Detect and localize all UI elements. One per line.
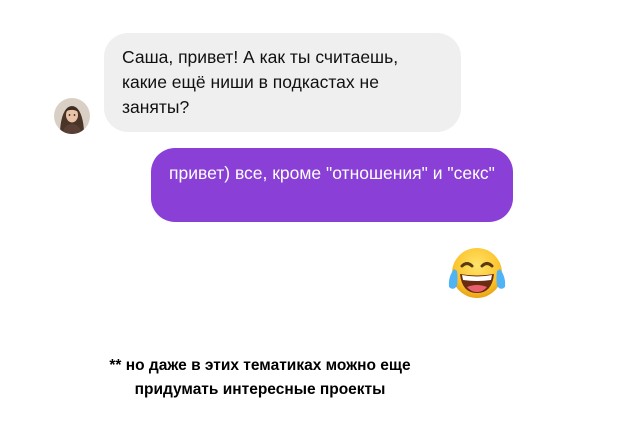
footnote-line-1: ** но даже в этих тематиках можно еще <box>109 357 411 374</box>
laughing-emoji-icon <box>445 247 509 299</box>
avatar-photo-icon <box>54 98 90 134</box>
sender-avatar[interactable] <box>54 98 90 134</box>
incoming-message-bubble: Саша, привет! А как ты считаешь, какие е… <box>104 33 461 132</box>
outgoing-message-bubble: привет) все, кроме "отношения" и "секс" <box>151 148 513 222</box>
outgoing-message-text: привет) все, кроме "отношения" и "секс" <box>169 163 495 183</box>
incoming-message-text: Саша, привет! А как ты считаешь, какие е… <box>122 47 399 117</box>
footnote-text: ** но даже в этих тематиках можно еще пр… <box>60 354 460 402</box>
footnote-line-2: придумать интересные проекты <box>134 381 386 398</box>
